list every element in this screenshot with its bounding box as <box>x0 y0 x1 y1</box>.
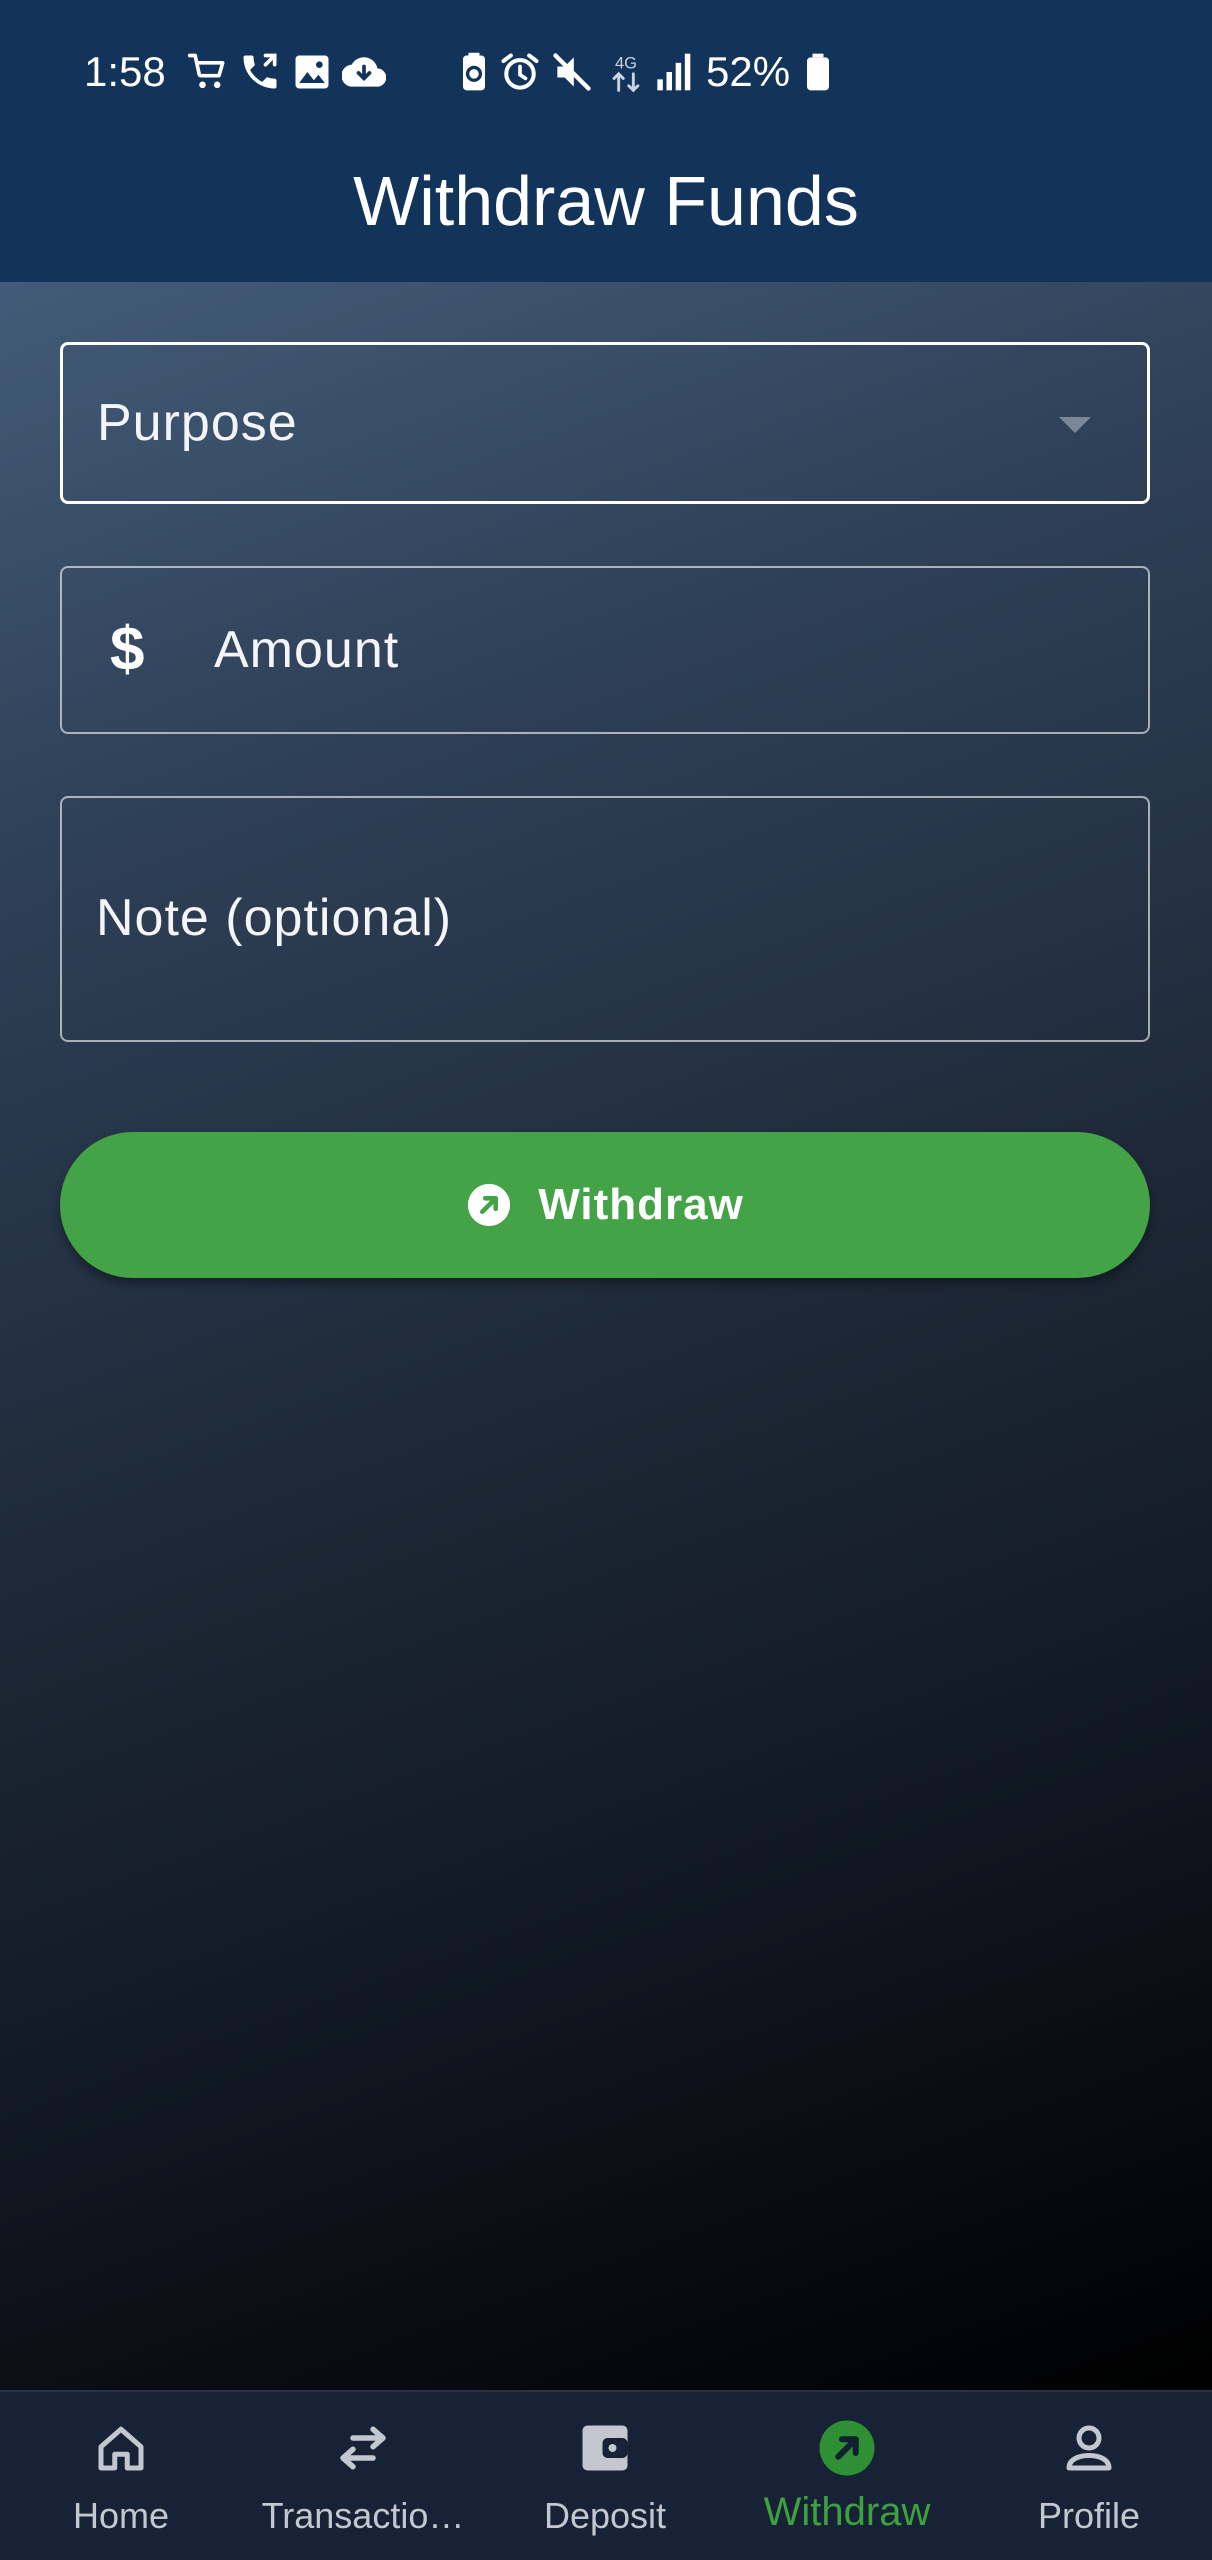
arrow-up-right-circle-icon <box>819 2420 875 2476</box>
shopping-cart-icon <box>187 53 225 89</box>
note-label: Note (optional) <box>96 889 453 947</box>
nav-item-home[interactable]: Home <box>0 2392 242 2560</box>
page-title: Withdraw Funds <box>353 162 859 240</box>
arrow-up-right-circle-icon <box>468 1183 511 1227</box>
withdraw-form: Purpose $ Amount Note (optional) Withdra… <box>0 282 1212 2390</box>
swap-arrows-icon <box>340 2426 386 2470</box>
bottom-navigation: Home Transactio… Deposit Withdraw Profil… <box>0 2390 1212 2560</box>
mute-icon <box>553 53 591 91</box>
nav-item-transactions[interactable]: Transactio… <box>242 2392 484 2560</box>
screen: 1:58 4G 52% Withdraw Funds Purpose $ Amo… <box>0 0 1212 2560</box>
status-bar: 1:58 4G 52% <box>0 0 1212 140</box>
battery-saver-icon <box>463 52 485 91</box>
dropdown-arrow-icon <box>1059 417 1091 433</box>
signal-icon <box>657 53 691 91</box>
nav-label-transactions: Transactio… <box>261 2495 465 2536</box>
nav-item-profile[interactable]: Profile <box>968 2392 1210 2560</box>
dollar-icon: $ <box>110 615 145 684</box>
wallet-icon <box>582 2425 628 2471</box>
app-header: 1:58 4G 52% Withdraw Funds <box>0 0 1212 282</box>
nav-label-profile: Profile <box>1037 2495 1141 2536</box>
nav-label-home: Home <box>72 2495 170 2536</box>
home-icon <box>98 2426 144 2471</box>
purpose-label: Purpose <box>97 394 298 452</box>
nav-label-withdraw: Withdraw <box>763 2490 931 2534</box>
nav-item-withdraw[interactable]: Withdraw <box>726 2392 968 2560</box>
amount-input[interactable]: $ Amount <box>60 566 1150 734</box>
network-4g-icon: 4G <box>612 54 640 93</box>
alarm-icon <box>501 53 539 90</box>
person-icon <box>1066 2425 1112 2471</box>
status-time: 1:58 <box>84 48 166 95</box>
nav-item-deposit[interactable]: Deposit <box>484 2392 726 2560</box>
battery-icon <box>807 53 829 91</box>
withdraw-button[interactable]: Withdraw <box>60 1132 1150 1278</box>
phone-forward-icon <box>243 53 277 89</box>
withdraw-button-content: Withdraw <box>60 1132 1150 1278</box>
note-input[interactable]: Note (optional) <box>60 796 1150 1042</box>
network-label: 4G <box>615 54 637 72</box>
purpose-dropdown[interactable]: Purpose <box>60 342 1150 504</box>
withdraw-button-label: Withdraw <box>538 1180 744 1229</box>
cloud-download-icon <box>342 57 386 87</box>
amount-label: Amount <box>214 621 400 679</box>
nav-label-deposit: Deposit <box>543 2495 667 2536</box>
image-icon <box>295 55 329 89</box>
battery-percent: 52% <box>706 48 791 95</box>
